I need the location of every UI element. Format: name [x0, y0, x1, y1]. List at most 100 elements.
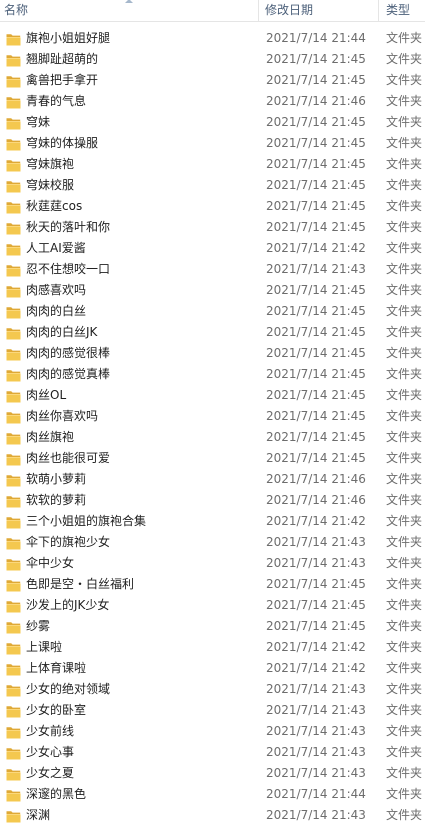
folder-row[interactable]: 肉丝OL 2021/7/14 21:45 文件夹	[0, 385, 425, 406]
column-header-name[interactable]: 名称	[4, 0, 254, 21]
file-type: 文件夹	[386, 178, 423, 192]
folder-name: 秋天的落叶和你	[26, 220, 111, 234]
folder-name: 深渊	[26, 808, 51, 822]
file-type: 文件夹	[386, 52, 423, 66]
file-type: 文件夹	[386, 367, 423, 381]
modified-date: 2021/7/14 21:43	[266, 556, 366, 570]
file-type: 文件夹	[386, 136, 423, 150]
folder-name: 软萌小萝莉	[26, 472, 87, 486]
modified-date: 2021/7/14 21:45	[266, 451, 366, 465]
folder-row[interactable]: 人工AI爱酱 2021/7/14 21:42 文件夹	[0, 238, 425, 259]
folder-icon	[6, 494, 21, 508]
column-divider[interactable]	[378, 0, 379, 21]
folder-row[interactable]: 纱雾 2021/7/14 21:45 文件夹	[0, 616, 425, 637]
folder-row[interactable]: 色即是空・白丝福利 2021/7/14 21:45 文件夹	[0, 574, 425, 595]
folder-row[interactable]: 深邃的黑色 2021/7/14 21:44 文件夹	[0, 784, 425, 805]
folder-icon	[6, 515, 21, 529]
folder-name: 秋莛莛cos	[26, 199, 83, 213]
folder-row[interactable]: 肉肉的感觉真棒 2021/7/14 21:45 文件夹	[0, 364, 425, 385]
folder-name: 肉肉的感觉真棒	[26, 367, 111, 381]
folder-row[interactable]: 穹妹的体操服 2021/7/14 21:45 文件夹	[0, 133, 425, 154]
file-type: 文件夹	[386, 73, 423, 87]
modified-date: 2021/7/14 21:42	[266, 640, 366, 654]
modified-date: 2021/7/14 21:45	[266, 199, 366, 213]
folder-icon	[6, 410, 21, 424]
folder-name: 伞中少女	[26, 556, 75, 570]
folder-name: 肉丝旗袍	[26, 430, 75, 444]
folder-icon	[6, 74, 21, 88]
folder-row[interactable]: 翘脚趾超萌的 2021/7/14 21:45 文件夹	[0, 49, 425, 70]
folder-name: 伞下的旗袍少女	[26, 535, 111, 549]
folder-row[interactable]: 穹妹 2021/7/14 21:45 文件夹	[0, 112, 425, 133]
file-type: 文件夹	[386, 115, 423, 129]
folder-icon	[6, 536, 21, 550]
column-header-date[interactable]: 修改日期	[265, 0, 377, 21]
folder-name: 穹妹旗袍	[26, 157, 75, 171]
modified-date: 2021/7/14 21:45	[266, 52, 366, 66]
file-type: 文件夹	[386, 262, 423, 276]
column-divider[interactable]	[258, 0, 259, 21]
column-header-type[interactable]: 类型	[386, 0, 425, 21]
folder-icon	[6, 431, 21, 445]
modified-date: 2021/7/14 21:44	[266, 787, 366, 801]
folder-row[interactable]: 穹妹旗袍 2021/7/14 21:45 文件夹	[0, 154, 425, 175]
folder-row[interactable]: 肉感喜欢吗 2021/7/14 21:45 文件夹	[0, 280, 425, 301]
folder-row[interactable]: 少女的绝对领域 2021/7/14 21:43 文件夹	[0, 679, 425, 700]
folder-row[interactable]: 肉丝旗袍 2021/7/14 21:45 文件夹	[0, 427, 425, 448]
folder-row[interactable]: 沙发上的JK少女 2021/7/14 21:45 文件夹	[0, 595, 425, 616]
folder-row[interactable]: 青春的气息 2021/7/14 21:46 文件夹	[0, 91, 425, 112]
file-type: 文件夹	[386, 724, 423, 738]
folder-row[interactable]: 上体育课啦 2021/7/14 21:42 文件夹	[0, 658, 425, 679]
folder-row[interactable]: 深渊 2021/7/14 21:43 文件夹	[0, 805, 425, 826]
folder-name: 肉肉的白丝	[26, 304, 87, 318]
folder-name: 穹妹	[26, 115, 51, 129]
folder-icon	[6, 620, 21, 634]
folder-row[interactable]: 伞下的旗袍少女 2021/7/14 21:43 文件夹	[0, 532, 425, 553]
folder-row[interactable]: 秋莛莛cos 2021/7/14 21:45 文件夹	[0, 196, 425, 217]
folder-row[interactable]: 旗袍小姐姐好腿 2021/7/14 21:44 文件夹	[0, 28, 425, 49]
folder-row[interactable]: 穹妹校服 2021/7/14 21:45 文件夹	[0, 175, 425, 196]
modified-date: 2021/7/14 21:43	[266, 703, 366, 717]
modified-date: 2021/7/14 21:42	[266, 514, 366, 528]
folder-name: 肉肉的感觉很棒	[26, 346, 111, 360]
file-type: 文件夹	[386, 157, 423, 171]
file-type: 文件夹	[386, 766, 423, 780]
folder-row[interactable]: 软软的萝莉 2021/7/14 21:46 文件夹	[0, 490, 425, 511]
folder-row[interactable]: 少女之夏 2021/7/14 21:43 文件夹	[0, 763, 425, 784]
folder-name: 肉丝你喜欢吗	[26, 409, 99, 423]
folder-icon	[6, 200, 21, 214]
folder-name: 旗袍小姐姐好腿	[26, 31, 111, 45]
file-type: 文件夹	[386, 283, 423, 297]
modified-date: 2021/7/14 21:45	[266, 388, 366, 402]
modified-date: 2021/7/14 21:45	[266, 430, 366, 444]
folder-row[interactable]: 肉肉的白丝 2021/7/14 21:45 文件夹	[0, 301, 425, 322]
modified-date: 2021/7/14 21:43	[266, 682, 366, 696]
folder-row[interactable]: 上课啦 2021/7/14 21:42 文件夹	[0, 637, 425, 658]
folder-row[interactable]: 软萌小萝莉 2021/7/14 21:46 文件夹	[0, 469, 425, 490]
modified-date: 2021/7/14 21:45	[266, 283, 366, 297]
file-type: 文件夹	[386, 745, 423, 759]
folder-row[interactable]: 肉丝也能很可爱 2021/7/14 21:45 文件夹	[0, 448, 425, 469]
folder-row[interactable]: 少女的卧室 2021/7/14 21:43 文件夹	[0, 700, 425, 721]
folder-row[interactable]: 忍不住想咬一口 2021/7/14 21:43 文件夹	[0, 259, 425, 280]
folder-row[interactable]: 少女心事 2021/7/14 21:43 文件夹	[0, 742, 425, 763]
folder-row[interactable]: 伞中少女 2021/7/14 21:43 文件夹	[0, 553, 425, 574]
file-type: 文件夹	[386, 535, 423, 549]
folder-icon	[6, 599, 21, 613]
folder-row[interactable]: 肉肉的感觉很棒 2021/7/14 21:45 文件夹	[0, 343, 425, 364]
modified-date: 2021/7/14 21:45	[266, 115, 366, 129]
modified-date: 2021/7/14 21:45	[266, 367, 366, 381]
folder-name: 穹妹校服	[26, 178, 75, 192]
folder-icon	[6, 305, 21, 319]
folder-row[interactable]: 肉丝你喜欢吗 2021/7/14 21:45 文件夹	[0, 406, 425, 427]
folder-row[interactable]: 秋天的落叶和你 2021/7/14 21:45 文件夹	[0, 217, 425, 238]
file-type: 文件夹	[386, 619, 423, 633]
file-type: 文件夹	[386, 199, 423, 213]
file-type: 文件夹	[386, 94, 423, 108]
modified-date: 2021/7/14 21:43	[266, 808, 366, 822]
folder-row[interactable]: 三个小姐姐的旗袍合集 2021/7/14 21:42 文件夹	[0, 511, 425, 532]
folder-icon	[6, 683, 21, 697]
folder-row[interactable]: 肉肉的白丝JK 2021/7/14 21:45 文件夹	[0, 322, 425, 343]
folder-row[interactable]: 少女前线 2021/7/14 21:43 文件夹	[0, 721, 425, 742]
folder-row[interactable]: 禽兽把手拿开 2021/7/14 21:45 文件夹	[0, 70, 425, 91]
